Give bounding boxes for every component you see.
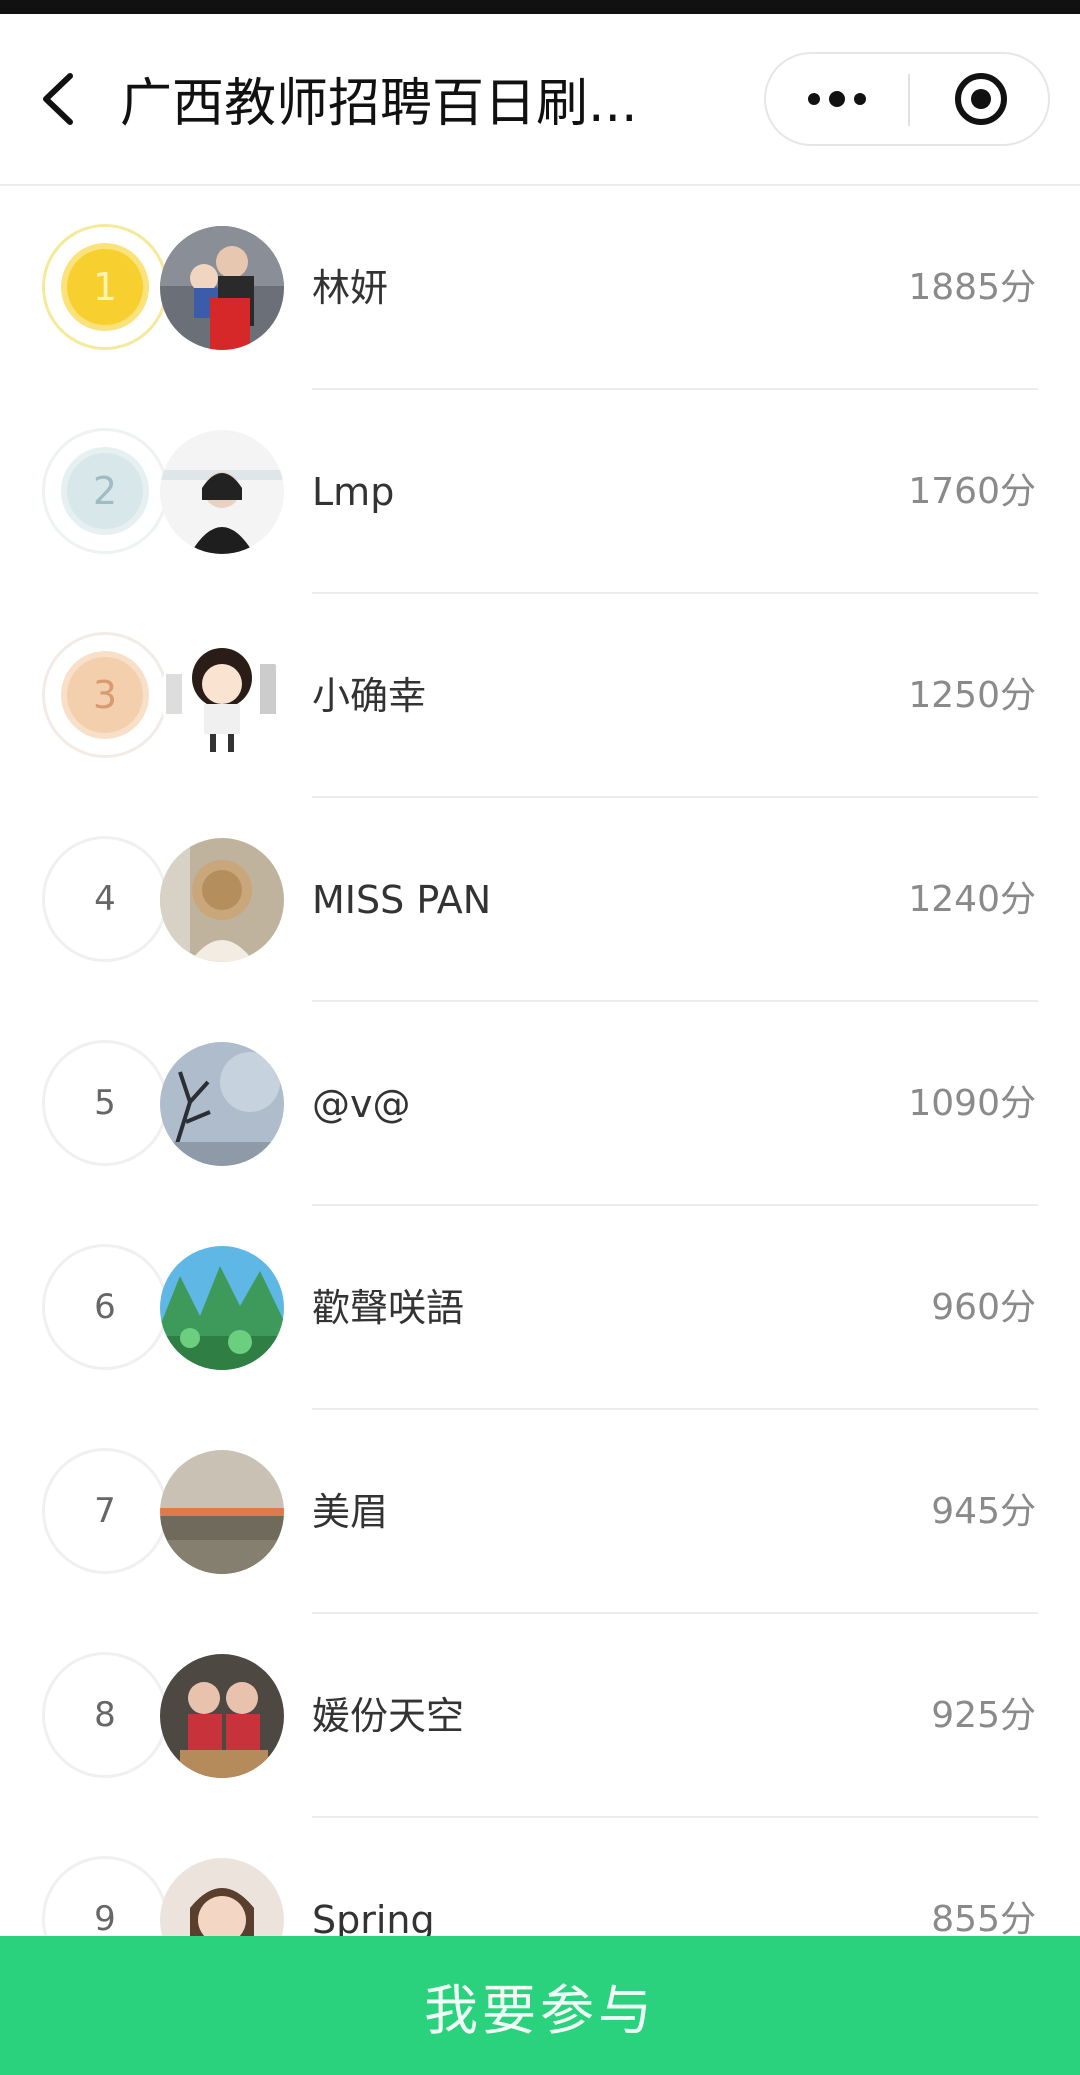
rank-number: 9 bbox=[94, 1899, 116, 1936]
capsule-menu bbox=[764, 52, 1050, 146]
leaderboard-row[interactable]: 5 @v@ 1090分 bbox=[0, 1002, 1080, 1206]
leaderboard-row[interactable]: 1 林妍 1885分 bbox=[0, 186, 1080, 390]
rank-badge: 7 bbox=[42, 1448, 168, 1574]
player-name: 林妍 bbox=[312, 266, 389, 310]
more-button[interactable] bbox=[766, 54, 908, 144]
leaderboard-row[interactable]: 3 小确幸 1250分 bbox=[0, 594, 1080, 798]
avatar[interactable] bbox=[160, 838, 284, 962]
player-score: 1760分 bbox=[908, 471, 1036, 512]
rank-badge: 5 bbox=[42, 1040, 168, 1166]
player-name: 媛份天空 bbox=[312, 1694, 465, 1738]
player-name: @v@ bbox=[312, 1082, 411, 1126]
avatar[interactable] bbox=[160, 226, 284, 350]
player-score: 1090分 bbox=[908, 1083, 1036, 1124]
rank-badge: 9 bbox=[42, 1856, 168, 1936]
player-name: 美眉 bbox=[312, 1490, 389, 1534]
leaderboard-row[interactable]: 4 MISS PAN 1240分 bbox=[0, 798, 1080, 1002]
player-score: 1240分 bbox=[908, 879, 1036, 920]
silver-medal-icon: 2 bbox=[67, 453, 143, 529]
player-name: MISS PAN bbox=[312, 878, 492, 922]
mini-program-navbar: 广西教师招聘百日刷... bbox=[0, 14, 1080, 186]
player-score: 855分 bbox=[931, 1899, 1036, 1936]
avatar-image bbox=[160, 226, 284, 350]
rank-badge: 2 bbox=[42, 428, 168, 554]
more-dots-icon bbox=[808, 91, 866, 107]
avatar-image bbox=[160, 430, 284, 554]
rank-number: 8 bbox=[94, 1695, 116, 1735]
rank-badge: 8 bbox=[42, 1652, 168, 1778]
chevron-left-icon bbox=[43, 73, 73, 125]
leaderboard-row[interactable]: 8 媛份天空 925分 bbox=[0, 1614, 1080, 1818]
avatar-image bbox=[160, 1654, 284, 1778]
avatar[interactable] bbox=[160, 1450, 284, 1574]
rank-number: 7 bbox=[94, 1491, 116, 1531]
rank-badge: 1 bbox=[42, 224, 168, 350]
rank-number: 2 bbox=[92, 469, 118, 513]
status-bar-strip bbox=[0, 0, 1080, 14]
rank-number: 1 bbox=[92, 265, 118, 309]
avatar[interactable] bbox=[160, 430, 284, 554]
avatar[interactable] bbox=[160, 1858, 284, 1936]
avatar[interactable] bbox=[160, 634, 284, 758]
close-button[interactable] bbox=[910, 54, 1050, 144]
avatar-image bbox=[160, 1246, 284, 1370]
avatar-image bbox=[160, 1042, 284, 1166]
rank-badge: 3 bbox=[42, 632, 168, 758]
player-score: 1250分 bbox=[908, 675, 1036, 716]
gold-medal-icon: 1 bbox=[67, 249, 143, 325]
player-name: Spring bbox=[312, 1898, 435, 1936]
avatar[interactable] bbox=[160, 1042, 284, 1166]
avatar-image bbox=[160, 1450, 284, 1574]
player-name: Lmp bbox=[312, 470, 395, 514]
page-title: 广西教师招聘百日刷... bbox=[120, 74, 638, 134]
player-score: 1885分 bbox=[908, 267, 1036, 308]
rank-badge: 4 bbox=[42, 836, 168, 962]
rank-number: 6 bbox=[94, 1287, 116, 1327]
back-button[interactable] bbox=[30, 54, 90, 144]
leaderboard-row[interactable]: 2 Lmp 1760分 bbox=[0, 390, 1080, 594]
avatar[interactable] bbox=[160, 1246, 284, 1370]
avatar-image bbox=[160, 634, 284, 758]
avatar-image bbox=[160, 838, 284, 962]
target-close-icon bbox=[955, 73, 1007, 125]
rank-badge: 6 bbox=[42, 1244, 168, 1370]
player-score: 945分 bbox=[931, 1491, 1036, 1532]
rank-number: 3 bbox=[92, 673, 118, 717]
join-button[interactable]: 我要参与 bbox=[0, 1936, 1080, 2075]
player-score: 925分 bbox=[931, 1695, 1036, 1736]
leaderboard-row[interactable]: 9 Spring 855分 bbox=[0, 1818, 1080, 1936]
rank-number: 5 bbox=[94, 1083, 116, 1123]
player-name: 歡聲咲語 bbox=[312, 1286, 465, 1330]
leaderboard-row[interactable]: 6 歡聲咲語 960分 bbox=[0, 1206, 1080, 1410]
bronze-medal-icon: 3 bbox=[67, 657, 143, 733]
avatar-image bbox=[160, 1858, 284, 1936]
rank-number: 4 bbox=[94, 879, 116, 919]
leaderboard-row[interactable]: 7 美眉 945分 bbox=[0, 1410, 1080, 1614]
player-name: 小确幸 bbox=[312, 674, 427, 718]
player-score: 960分 bbox=[931, 1287, 1036, 1328]
leaderboard-list[interactable]: 1 林妍 1885分 2 Lmp 1760分 3 小确幸 1250分 4 MIS… bbox=[0, 186, 1080, 1936]
avatar[interactable] bbox=[160, 1654, 284, 1778]
